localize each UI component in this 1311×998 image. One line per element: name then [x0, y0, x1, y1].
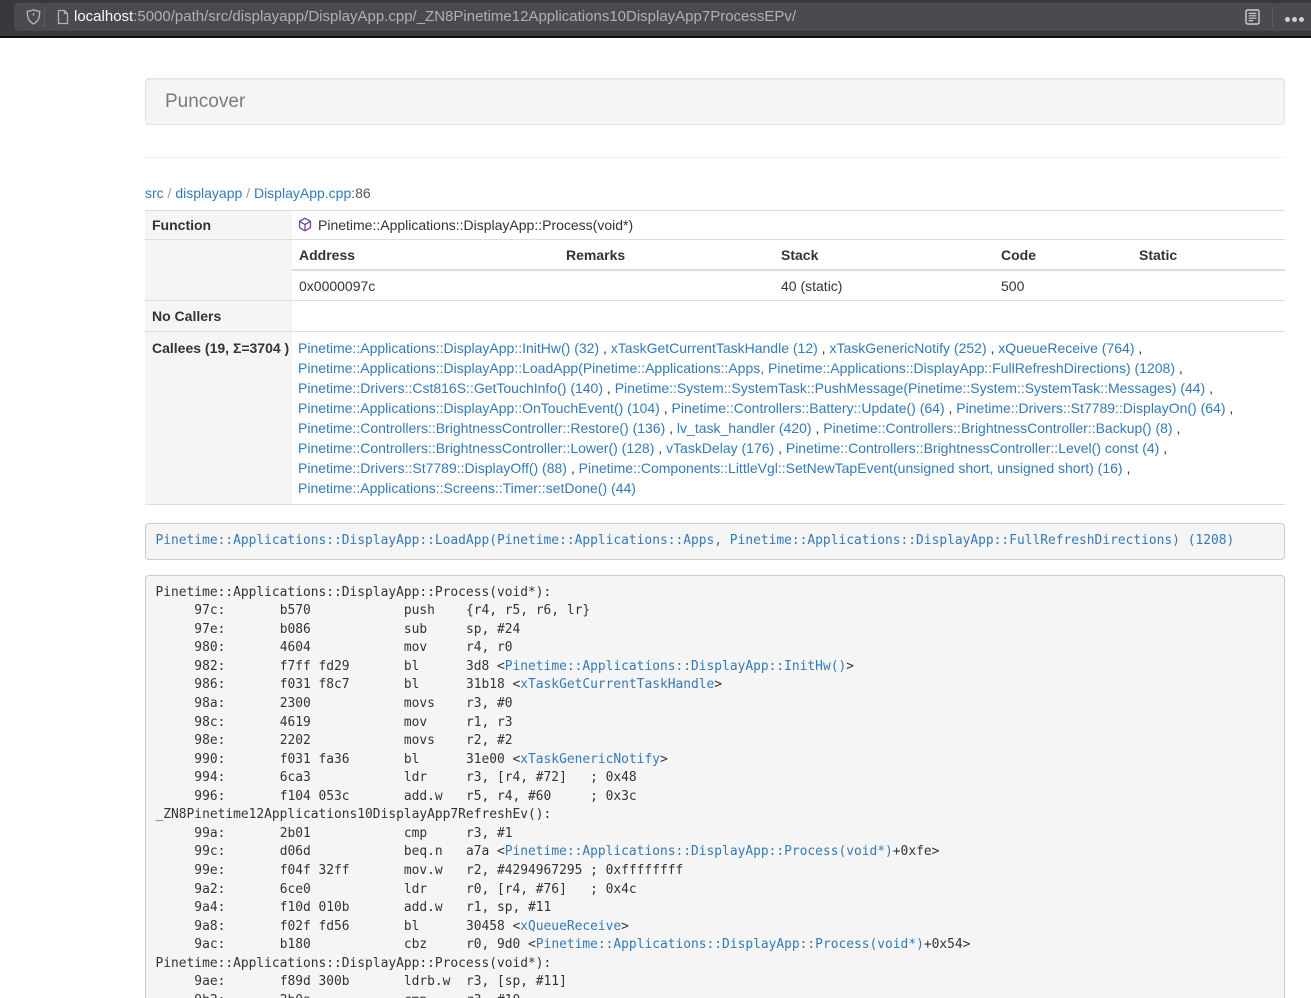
urlbar-separator-right — [1272, 7, 1273, 27]
callee-separator: , — [1205, 380, 1213, 396]
callee-link[interactable]: Pinetime::Drivers::St7789::DisplayOn() (… — [956, 400, 1225, 416]
breadcrumb-line-number: :86 — [351, 185, 370, 201]
callee-separator: , — [774, 440, 786, 456]
callee-link[interactable]: Pinetime::Controllers::BrightnessControl… — [298, 420, 665, 436]
table-row-details: AddressRemarksStackCodeStatic 0x0000097c… — [145, 240, 1285, 301]
callee-separator: , — [1173, 420, 1181, 436]
breadcrumb: src / displayapp / DisplayApp.cpp:86 — [145, 183, 1285, 203]
function-table: Function Pinetime::Applications::Display… — [145, 210, 1285, 505]
breadcrumb-separator: / — [242, 185, 254, 201]
callee-link[interactable]: Pinetime::System::SystemTask::PushMessag… — [615, 380, 1206, 396]
browser-toolbar: localhost:5000/path/src/displayapp/Displ… — [0, 0, 1311, 38]
assembly-symbol-link[interactable]: xTaskGetCurrentTaskHandle — [520, 677, 714, 692]
reader-view-icon[interactable] — [1245, 9, 1260, 25]
callee-separator: , — [567, 460, 579, 476]
urlbar-separator-left — [44, 7, 45, 27]
column-header-static: Static — [1132, 240, 1285, 270]
details-header-row: AddressRemarksStackCodeStatic — [292, 240, 1285, 270]
page-icon[interactable] — [55, 9, 71, 25]
details-label — [145, 240, 292, 301]
callee-separator: , — [654, 440, 666, 456]
breadcrumb-link-DisplayApp.cpp[interactable]: DisplayApp.cpp — [254, 185, 351, 201]
callee-separator: , — [945, 400, 957, 416]
page-content: Puncover src / displayapp / DisplayApp.c… — [0, 78, 1311, 998]
load-app-panel: Pinetime::Applications::DisplayApp::Load… — [145, 523, 1285, 560]
callee-link[interactable]: Pinetime::Drivers::St7789::DisplayOff() … — [298, 460, 567, 476]
divider — [145, 157, 1285, 158]
callee-link[interactable]: xTaskGenericNotify (252) — [829, 340, 986, 356]
assembly-symbol-link[interactable]: Pinetime::Applications::DisplayApp::Proc… — [536, 937, 924, 952]
callees-label: Callees (19, Σ=3704 ) — [145, 332, 292, 505]
callee-link[interactable]: Pinetime::Drivers::Cst816S::GetTouchInfo… — [298, 380, 603, 396]
assembly-symbol-link[interactable]: xTaskGenericNotify — [520, 752, 660, 767]
table-row-callers: No Callers — [145, 301, 1285, 332]
callee-link[interactable]: Pinetime::Components::LittleVgl::SetNewT… — [579, 460, 1123, 476]
callee-separator: , — [1134, 340, 1142, 356]
function-label: Function — [145, 211, 292, 240]
callee-link[interactable]: vTaskDelay (176) — [666, 440, 774, 456]
callee-link[interactable]: Pinetime::Controllers::Battery::Update()… — [672, 400, 945, 416]
brand-title: Puncover — [165, 91, 245, 112]
assembly-symbol-link[interactable]: xQueueReceive — [520, 919, 621, 934]
brand-banner: Puncover — [145, 78, 1285, 125]
function-cube-icon — [298, 217, 312, 232]
load-app-link[interactable]: Pinetime::Applications::DisplayApp::Load… — [156, 533, 1235, 548]
column-header-address: Address — [292, 240, 559, 270]
callee-separator: , — [987, 340, 999, 356]
callee-link[interactable]: lv_task_handler (420) — [677, 420, 812, 436]
url-host: localhost — [74, 8, 133, 25]
details-cell: AddressRemarksStackCodeStatic 0x0000097c… — [292, 240, 1285, 301]
callee-link[interactable]: Pinetime::Controllers::BrightnessControl… — [298, 440, 654, 456]
breadcrumb-link-displayapp[interactable]: displayapp — [175, 185, 242, 201]
callee-separator: , — [665, 420, 677, 436]
callee-separator: , — [818, 340, 830, 356]
no-callers-label: No Callers — [145, 301, 292, 332]
callee-link[interactable]: xQueueReceive (764) — [998, 340, 1134, 356]
callee-separator: , — [599, 340, 611, 356]
function-symbol-cell: Pinetime::Applications::DisplayApp::Proc… — [292, 211, 1285, 240]
cell-address: 0x0000097c — [292, 270, 559, 300]
cell-static — [1132, 270, 1285, 300]
url-bar[interactable]: localhost:5000/path/src/displayapp/Displ… — [14, 3, 1311, 31]
function-symbol: Pinetime::Applications::DisplayApp::Proc… — [318, 217, 633, 233]
callee-separator: , — [1175, 360, 1183, 376]
callees-cell: Pinetime::Applications::DisplayApp::Init… — [292, 332, 1285, 505]
assembly-panel: Pinetime::Applications::DisplayApp::Proc… — [145, 575, 1285, 998]
callee-link[interactable]: Pinetime::Applications::Screens::Timer::… — [298, 480, 636, 496]
callee-separator: , — [1226, 400, 1234, 416]
container: Puncover src / displayapp / DisplayApp.c… — [130, 78, 1300, 998]
callee-separator: , — [1123, 460, 1131, 476]
callee-separator: , — [812, 420, 824, 436]
callee-separator: , — [1159, 440, 1167, 456]
callee-link[interactable]: Pinetime::Applications::DisplayApp::Load… — [298, 360, 1175, 376]
callee-separator: , — [660, 400, 672, 416]
shield-icon[interactable] — [25, 9, 42, 26]
callers-cell — [292, 301, 1285, 332]
callee-link[interactable]: Pinetime::Controllers::BrightnessControl… — [823, 420, 1172, 436]
details-data-row: 0x0000097c 40 (static)500 — [292, 270, 1285, 300]
cell-stack: 40 (static) — [774, 270, 994, 300]
url-text[interactable]: localhost:5000/path/src/displayapp/Displ… — [74, 3, 796, 31]
callee-link[interactable]: Pinetime::Controllers::BrightnessControl… — [786, 440, 1159, 456]
breadcrumb-link-src[interactable]: src — [145, 185, 164, 201]
callee-link[interactable]: xTaskGetCurrentTaskHandle (12) — [611, 340, 818, 356]
assembly-symbol-link[interactable]: Pinetime::Applications::DisplayApp::Init… — [505, 659, 846, 674]
column-header-stack: Stack — [774, 240, 994, 270]
cell-code: 500 — [994, 270, 1132, 300]
table-row-callees: Callees (19, Σ=3704 ) Pinetime::Applicat… — [145, 332, 1285, 505]
page-actions-icon[interactable] — [1285, 17, 1306, 33]
cell-remarks — [559, 270, 774, 300]
table-row-function: Function Pinetime::Applications::Display… — [145, 211, 1285, 240]
column-header-code: Code — [994, 240, 1132, 270]
column-header-remarks: Remarks — [559, 240, 774, 270]
breadcrumb-separator: / — [164, 185, 176, 201]
url-path: :5000/path/src/displayapp/DisplayApp.cpp… — [133, 8, 796, 25]
callee-separator: , — [603, 380, 615, 396]
callee-link[interactable]: Pinetime::Applications::DisplayApp::Init… — [298, 340, 599, 356]
callee-link[interactable]: Pinetime::Applications::DisplayApp::OnTo… — [298, 400, 660, 416]
assembly-symbol-link[interactable]: Pinetime::Applications::DisplayApp::Proc… — [505, 844, 893, 859]
details-table: AddressRemarksStackCodeStatic 0x0000097c… — [292, 240, 1285, 300]
